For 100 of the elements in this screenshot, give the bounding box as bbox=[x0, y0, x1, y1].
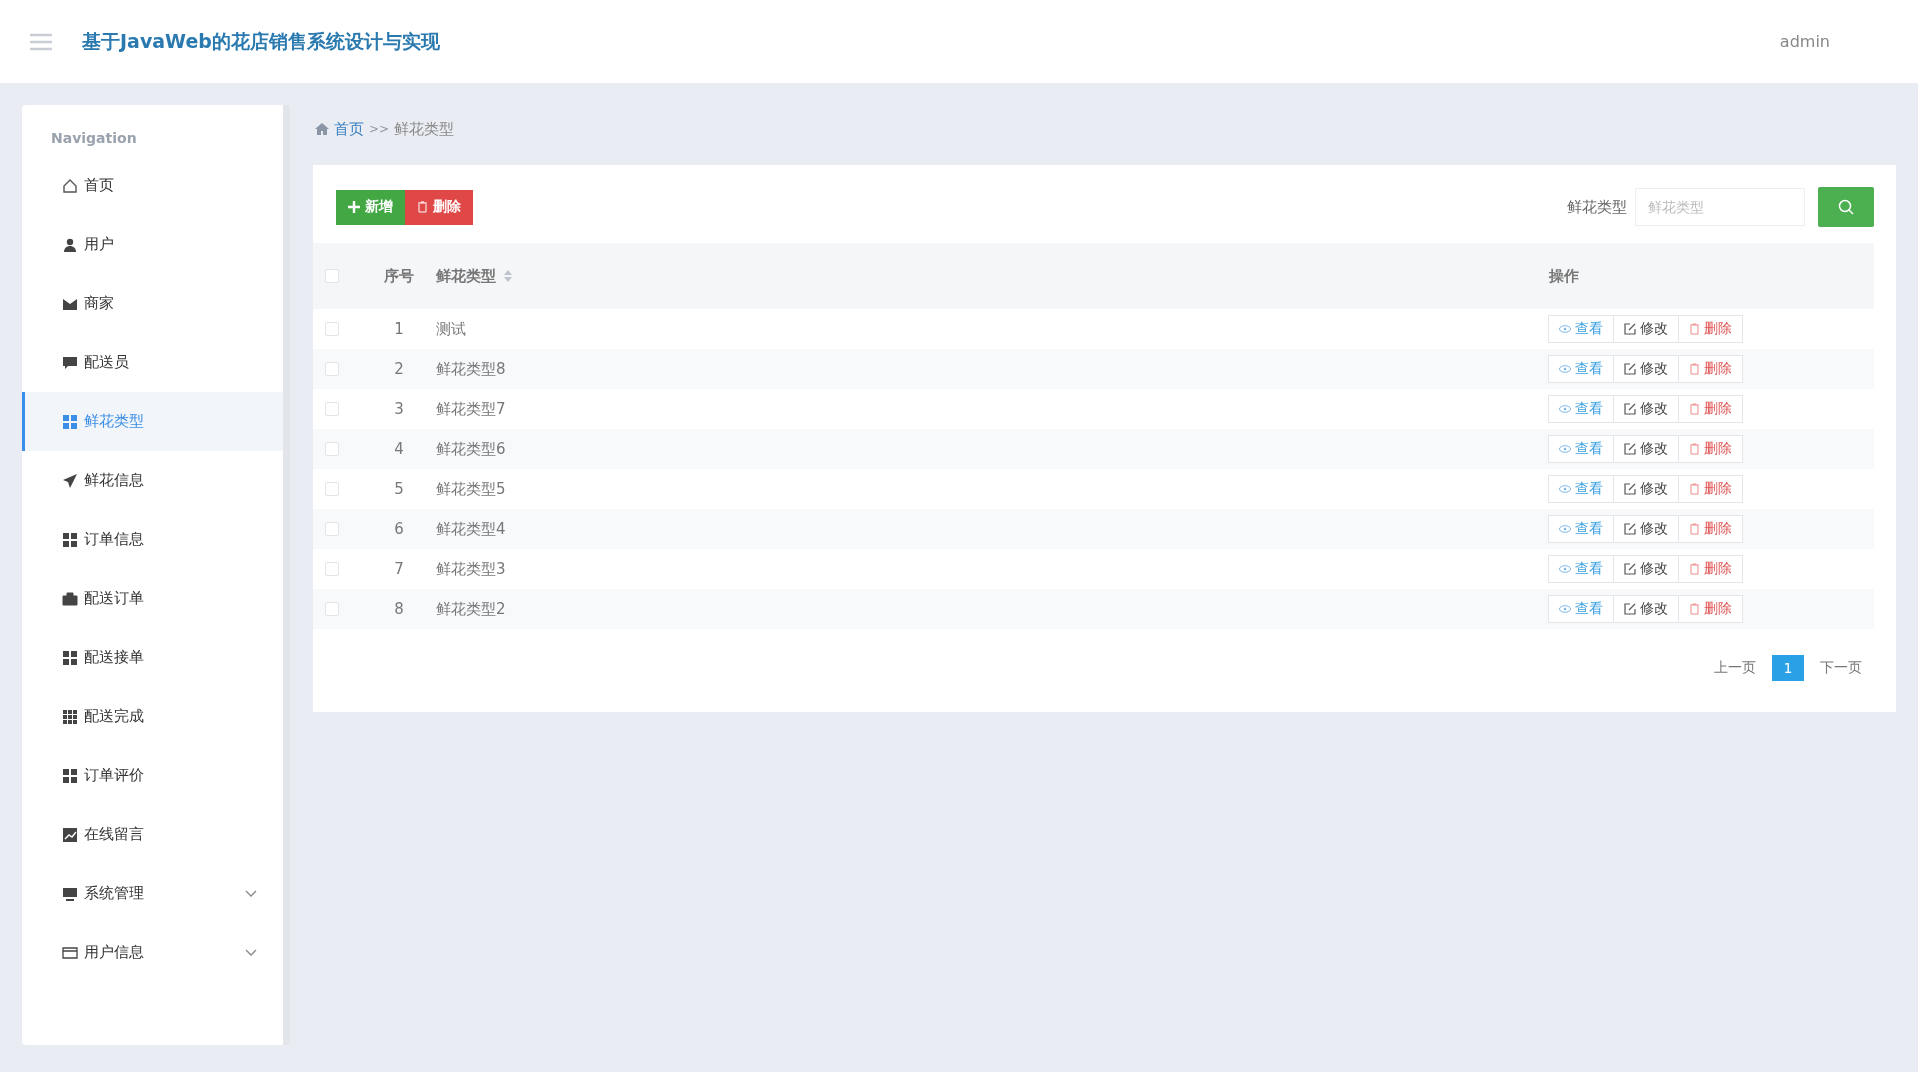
nav-item[interactable]: 配送订单 bbox=[22, 569, 283, 628]
eye-icon bbox=[1559, 565, 1571, 573]
eye-icon bbox=[1559, 525, 1571, 533]
table-icon bbox=[62, 708, 78, 725]
edit-button[interactable]: 修改 bbox=[1613, 475, 1679, 503]
row-checkbox[interactable] bbox=[325, 522, 339, 536]
delete-button[interactable]: 删除 bbox=[1678, 555, 1743, 583]
delete-button[interactable]: 删除 bbox=[405, 189, 473, 225]
delete-button[interactable]: 删除 bbox=[1678, 475, 1743, 503]
trash-icon bbox=[1689, 523, 1700, 535]
view-button[interactable]: 查看 bbox=[1548, 555, 1614, 583]
home-icon bbox=[315, 123, 329, 135]
table-cell-text: 1 bbox=[393, 320, 405, 338]
eye-icon bbox=[1559, 325, 1571, 333]
view-button[interactable]: 查看 bbox=[1548, 515, 1614, 543]
send-icon bbox=[62, 472, 78, 489]
sort-icon[interactable] bbox=[504, 270, 512, 282]
row-checkbox[interactable] bbox=[325, 562, 339, 576]
row-checkbox[interactable] bbox=[325, 362, 339, 376]
trash-icon bbox=[1689, 483, 1700, 495]
table-cell: 鲜花类型6 bbox=[436, 439, 506, 459]
delete-button[interactable]: 删除 bbox=[1678, 435, 1743, 463]
edit-icon bbox=[1624, 403, 1636, 415]
row-checkbox[interactable] bbox=[325, 482, 339, 496]
trash-icon bbox=[1689, 443, 1700, 455]
nav-item[interactable]: 用户 bbox=[22, 215, 283, 274]
eye-icon bbox=[1559, 605, 1571, 613]
nav-item[interactable]: 鲜花类型 bbox=[22, 392, 283, 451]
search-field[interactable]: 鲜花类型 bbox=[1635, 188, 1805, 226]
nav-item[interactable]: 配送接单 bbox=[22, 628, 283, 687]
card-icon bbox=[62, 944, 78, 961]
eye-icon bbox=[1559, 405, 1571, 413]
view-button[interactable]: 查看 bbox=[1548, 475, 1614, 503]
eye-icon bbox=[1559, 365, 1571, 373]
edit-button[interactable]: 修改 bbox=[1613, 315, 1679, 343]
view-button[interactable]: 查看 bbox=[1548, 355, 1614, 383]
add-button[interactable]: 新增 bbox=[336, 189, 405, 225]
case-icon bbox=[62, 590, 78, 607]
view-button[interactable]: 查看 bbox=[1548, 435, 1614, 463]
edit-icon bbox=[1624, 363, 1636, 375]
next-page-link[interactable]: 下一页 bbox=[1820, 659, 1862, 677]
chevron-icon bbox=[245, 948, 257, 957]
edit-icon bbox=[1624, 563, 1636, 575]
nav-item[interactable]: 在线留言 bbox=[22, 805, 283, 864]
nav-item[interactable]: 系统管理 bbox=[22, 864, 283, 923]
edit-button[interactable]: 修改 bbox=[1613, 595, 1679, 623]
table-cell-text: 8 bbox=[393, 600, 405, 618]
nav-item[interactable]: 首页 bbox=[22, 156, 283, 215]
username[interactable]: admin bbox=[1779, 32, 1830, 51]
delete-button[interactable]: 删除 bbox=[1678, 355, 1743, 383]
edit-button[interactable]: 修改 bbox=[1613, 435, 1679, 463]
grid-icon bbox=[62, 413, 78, 430]
trash-icon bbox=[1689, 603, 1700, 615]
grid-icon bbox=[62, 649, 78, 666]
eye-icon bbox=[1559, 485, 1571, 493]
nav-heading: Navigation bbox=[50, 130, 138, 146]
view-button[interactable]: 查看 bbox=[1548, 395, 1614, 423]
edit-button[interactable]: 修改 bbox=[1613, 555, 1679, 583]
row-checkbox[interactable] bbox=[325, 322, 339, 336]
table-cell: 鲜花类型8 bbox=[436, 359, 506, 379]
search-icon bbox=[1838, 199, 1854, 215]
previous-page-link[interactable]: 上一页 bbox=[1714, 659, 1756, 677]
monitor-icon bbox=[62, 885, 78, 902]
plus-icon bbox=[348, 201, 360, 213]
delete-button[interactable]: 删除 bbox=[1678, 515, 1743, 543]
breadcrumb-current: 鲜花类型 bbox=[394, 119, 455, 139]
menu-icon[interactable] bbox=[28, 31, 54, 52]
table-cell: 鲜花类型5 bbox=[436, 479, 506, 499]
row-checkbox[interactable] bbox=[325, 602, 339, 616]
app-title: 基于JavaWeb的花店销售系统设计与实现 bbox=[82, 28, 440, 54]
view-button[interactable]: 查看 bbox=[1548, 315, 1614, 343]
edit-button[interactable]: 修改 bbox=[1613, 395, 1679, 423]
row-checkbox[interactable] bbox=[325, 442, 339, 456]
table-cell: 鲜花类型2 bbox=[436, 599, 506, 619]
edit-icon bbox=[1624, 483, 1636, 495]
delete-button[interactable]: 删除 bbox=[1678, 315, 1743, 343]
nav-item[interactable]: 用户信息 bbox=[22, 923, 283, 982]
edit-button[interactable]: 修改 bbox=[1613, 355, 1679, 383]
trash-icon bbox=[1689, 323, 1700, 335]
edit-icon bbox=[1624, 443, 1636, 455]
column-header[interactable]: 鲜花类型 bbox=[436, 266, 496, 286]
nav-item[interactable]: 订单评价 bbox=[22, 746, 283, 805]
delete-button[interactable]: 删除 bbox=[1678, 595, 1743, 623]
table-cell: 鲜花类型7 bbox=[436, 399, 506, 419]
edit-button[interactable]: 修改 bbox=[1613, 515, 1679, 543]
page-number[interactable]: 1 bbox=[1772, 655, 1804, 681]
nav-item[interactable]: 商家 bbox=[22, 274, 283, 333]
table-cell: 鲜花类型4 bbox=[436, 519, 506, 539]
select-all-checkbox[interactable] bbox=[325, 269, 339, 283]
breadcrumb-link[interactable]: 首页 bbox=[334, 119, 364, 139]
nav-item[interactable]: 配送完成 bbox=[22, 687, 283, 746]
nav-item[interactable]: 订单信息 bbox=[22, 510, 283, 569]
search-button[interactable] bbox=[1818, 187, 1874, 227]
view-button[interactable]: 查看 bbox=[1548, 595, 1614, 623]
delete-button[interactable]: 删除 bbox=[1678, 395, 1743, 423]
nav-item[interactable]: 配送员 bbox=[22, 333, 283, 392]
nav-item[interactable]: 鲜花信息 bbox=[22, 451, 283, 510]
trash-icon bbox=[1689, 563, 1700, 575]
row-checkbox[interactable] bbox=[325, 402, 339, 416]
chat-icon bbox=[62, 354, 78, 371]
